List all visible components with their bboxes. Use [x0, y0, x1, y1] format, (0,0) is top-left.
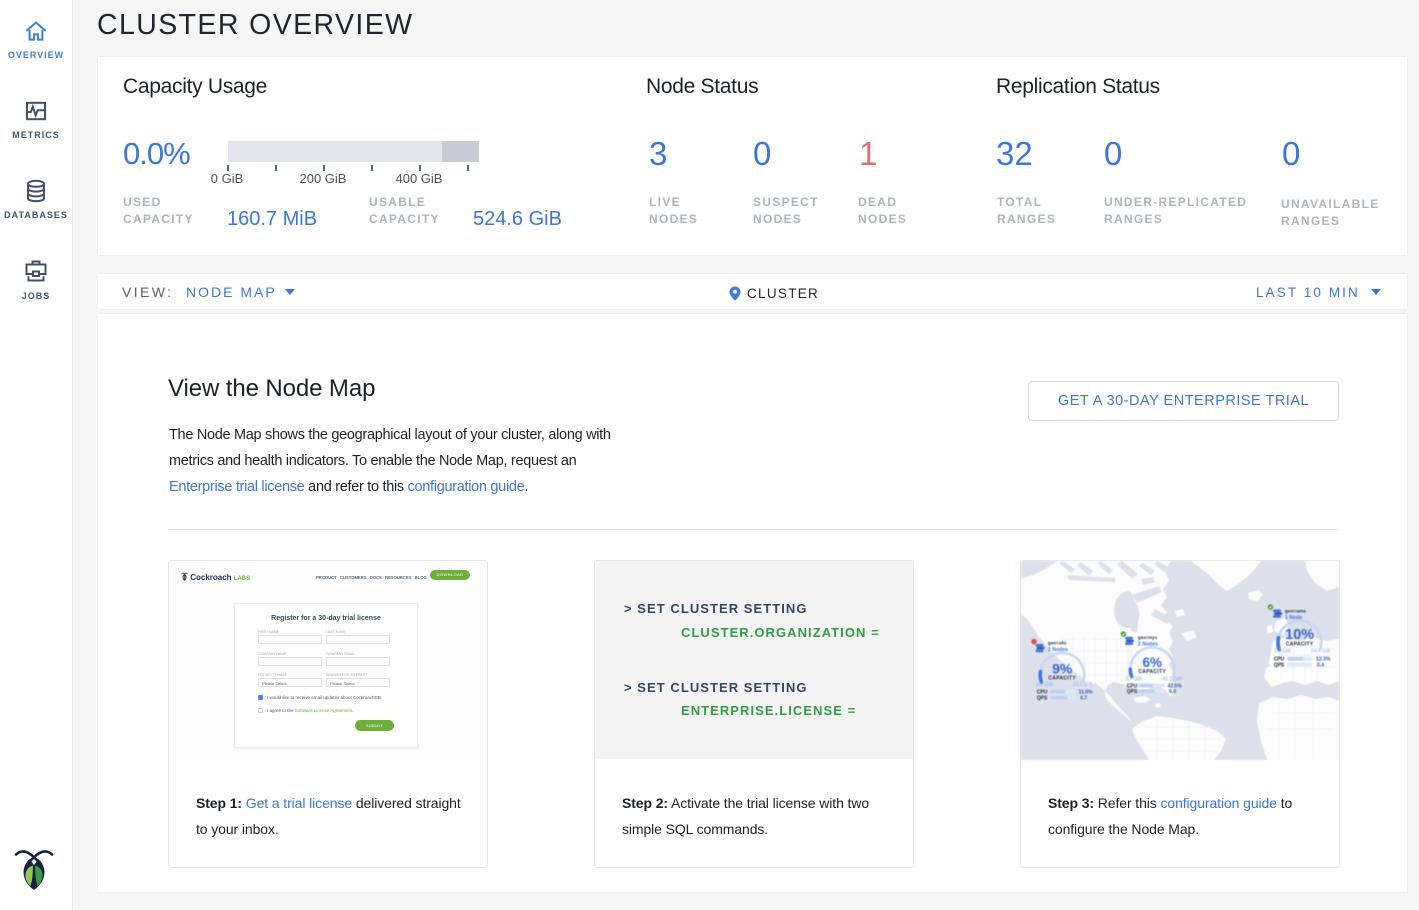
svg-text:geo=ams: geo=ams: [1285, 609, 1306, 614]
svg-text:CPU: CPU: [1037, 689, 1048, 695]
svg-text:CAPACITY: CAPACITY: [1048, 676, 1076, 682]
svg-text:6%: 6%: [1142, 655, 1162, 670]
svg-text:3.7 GiB: 3.7 GiB: [1125, 676, 1142, 682]
svg-text:geo=sfo: geo=sfo: [1048, 640, 1067, 646]
svg-text:3.2 GiB: 3.2 GiB: [1036, 682, 1053, 688]
svg-text:11.0%: 11.0%: [1078, 689, 1092, 695]
svg-text:34.4 GiB: 34.4 GiB: [1311, 649, 1331, 655]
svg-text:geo=nyc: geo=nyc: [1138, 636, 1158, 641]
svg-text:4.7: 4.7: [1080, 696, 1087, 702]
svg-text:QPS: QPS: [1274, 662, 1285, 668]
svg-text:10%: 10%: [1285, 627, 1314, 643]
svg-text:QPS: QPS: [1127, 689, 1138, 695]
svg-text:CAPACITY: CAPACITY: [1138, 669, 1166, 675]
svg-text:QPS: QPS: [1037, 696, 1048, 702]
svg-text:35.1 GiB: 35.1 GiB: [1073, 682, 1093, 688]
svg-text:0.4: 0.4: [1317, 662, 1324, 668]
svg-text:9%: 9%: [1052, 660, 1073, 676]
svg-text:3.6 GiB: 3.6 GiB: [1274, 649, 1291, 655]
svg-text:43.7 GiB: 43.7 GiB: [1162, 676, 1182, 682]
svg-text:CAPACITY: CAPACITY: [1286, 642, 1314, 648]
svg-text:0.0: 0.0: [1169, 689, 1176, 695]
